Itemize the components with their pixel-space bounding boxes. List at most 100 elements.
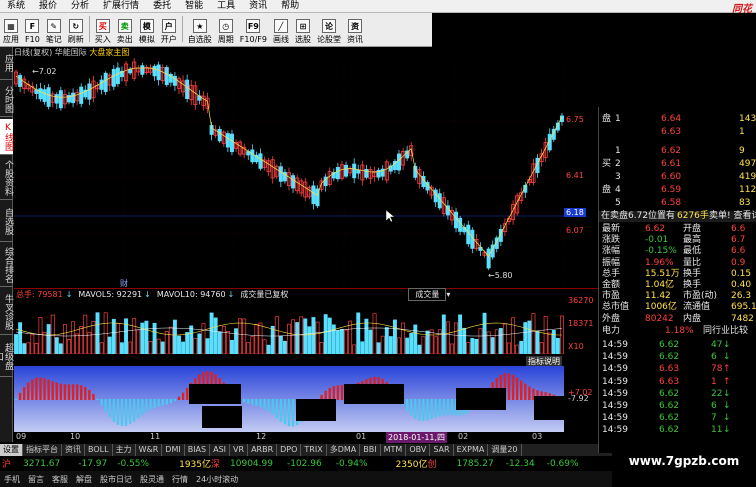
toolbar-button-4[interactable]: 买买入 bbox=[92, 13, 114, 46]
volume-bar bbox=[172, 319, 177, 354]
kline-chart[interactable]: ←7.02 ←5.80 财 bbox=[14, 58, 564, 288]
toolbar-button-8[interactable]: ★ 自选股 bbox=[185, 13, 215, 46]
toolbar-button-1[interactable]: F F10 bbox=[22, 13, 43, 46]
indicator-tab-9[interactable]: VR bbox=[230, 444, 249, 456]
sh-value: 3271.67 bbox=[23, 458, 61, 469]
indicator-tab-12[interactable]: TRIX bbox=[301, 444, 327, 456]
indicator-tab-6[interactable]: DMI bbox=[162, 444, 185, 456]
toolbar-button-11[interactable]: ╱ 画线 bbox=[270, 13, 292, 46]
indicator-tab-3[interactable]: BOLL bbox=[85, 444, 113, 456]
indicator-bar bbox=[251, 399, 254, 405]
volume-bar bbox=[282, 340, 287, 354]
bottom-tab-4[interactable]: 股市日记 bbox=[96, 474, 136, 485]
cmp-right[interactable]: 卖单! 查看详情 bbox=[709, 211, 756, 222]
tick-volume: 6 bbox=[711, 352, 717, 363]
menu-item-5[interactable]: 智能 bbox=[178, 0, 210, 13]
bottom-tab-2[interactable]: 客服 bbox=[48, 474, 72, 485]
candle bbox=[128, 68, 133, 74]
bottom-tab-0[interactable]: 手机 bbox=[0, 474, 24, 485]
volume-bar bbox=[201, 323, 206, 354]
bottom-tab-5[interactable]: 股灵通 bbox=[136, 474, 168, 485]
sector-pct: 1.18% bbox=[665, 326, 694, 336]
toolbar-button-13[interactable]: 论论股堂 bbox=[314, 13, 344, 46]
indicator-tab-13[interactable]: 多DMA bbox=[327, 444, 361, 456]
indicator-scale: +7.02 -7.92 bbox=[564, 366, 598, 432]
toolbar-button-7[interactable]: 户开户 bbox=[158, 13, 180, 46]
volume-chart bbox=[14, 312, 564, 354]
menu-item-3[interactable]: 扩展行情 bbox=[96, 0, 146, 13]
indicator-tab-14[interactable]: BBI bbox=[360, 444, 381, 456]
toolbar-button-6[interactable]: 模模拟 bbox=[136, 13, 158, 46]
bottom-tab-7[interactable]: 24小时滚动 bbox=[192, 474, 242, 485]
indicator-tab-0[interactable]: 设置 bbox=[0, 444, 23, 456]
menu-item-6[interactable]: 工具 bbox=[210, 0, 242, 13]
indicator-help-button[interactable]: 指标说明 bbox=[526, 356, 562, 366]
candle bbox=[79, 86, 84, 104]
indicator-bar bbox=[434, 399, 437, 418]
indicator-bar bbox=[157, 399, 160, 407]
bottom-tab-1[interactable]: 留言 bbox=[24, 474, 48, 485]
indicator-tab-7[interactable]: BIAS bbox=[185, 444, 211, 456]
side-tab-3[interactable]: 个股资料 bbox=[0, 157, 13, 200]
indicator-tab-17[interactable]: SAR bbox=[430, 444, 454, 456]
candle bbox=[185, 79, 190, 99]
indicator-tab-5[interactable]: W&R bbox=[136, 444, 163, 456]
indicator-tab-10[interactable]: ARBR bbox=[248, 444, 278, 456]
volume-bar bbox=[507, 342, 511, 354]
indicator-tab-11[interactable]: DPO bbox=[277, 444, 302, 456]
indicator-tab-4[interactable]: 主力 bbox=[113, 444, 136, 456]
price-label-3: 6.07 bbox=[566, 226, 584, 235]
indicator-tab-8[interactable]: ASI bbox=[210, 444, 231, 456]
chevron-down-icon[interactable]: ▾ bbox=[446, 290, 450, 299]
side-tab-1[interactable]: 分时图 bbox=[0, 82, 13, 117]
refresh-icon: ↻ bbox=[68, 19, 83, 33]
menu-item-8[interactable]: 帮助 bbox=[274, 0, 306, 13]
toolbar-button-5[interactable]: 卖卖出 bbox=[114, 13, 136, 46]
indicator-bar bbox=[161, 399, 164, 406]
indicator-tab-16[interactable]: OBV bbox=[406, 444, 431, 456]
toolbar-button-9[interactable]: ◷ 周期 bbox=[215, 13, 237, 46]
toolbar-button-3[interactable]: ↻ 刷新 bbox=[65, 13, 87, 46]
indicator-tab-19[interactable]: 调量20 bbox=[488, 444, 522, 456]
f10-icon: F bbox=[25, 19, 40, 33]
quote-value: 1.96% bbox=[645, 257, 674, 268]
side-tab-2[interactable]: K线图 bbox=[0, 119, 13, 155]
bottom-tab-3[interactable]: 解盘 bbox=[72, 474, 96, 485]
finance-marker[interactable]: 财 bbox=[120, 278, 128, 288]
volume-bar bbox=[181, 341, 186, 354]
side-tab-5[interactable]: 综合排名 bbox=[0, 244, 13, 287]
toolbar-button-0[interactable]: ▦ 应用 bbox=[0, 13, 22, 46]
volume-bar bbox=[197, 333, 202, 354]
toolbar-button-label: 卖出 bbox=[116, 35, 133, 44]
side-tab-4[interactable]: 自选股 bbox=[0, 202, 13, 242]
candle bbox=[352, 163, 357, 179]
menu-item-2[interactable]: 分析 bbox=[64, 0, 96, 13]
indicator-bar bbox=[18, 392, 22, 400]
quote-value: 1006亿 bbox=[645, 302, 677, 313]
volume-bar bbox=[262, 339, 267, 354]
volume-bar bbox=[535, 331, 540, 354]
sector-compare[interactable]: 同行业比较 bbox=[703, 326, 748, 337]
menu-item-0[interactable]: 系统 bbox=[0, 0, 32, 13]
toolbar-button-14[interactable]: 资资讯 bbox=[344, 13, 366, 46]
indicator-tab-2[interactable]: 资讯 bbox=[62, 444, 85, 456]
arrow-down-icon: ↓ bbox=[723, 388, 731, 399]
volume-bar bbox=[551, 330, 556, 354]
candle bbox=[156, 64, 161, 81]
menu-item-4[interactable]: 委托 bbox=[146, 0, 178, 13]
toolbar-button-12[interactable]: ⊞ 选股 bbox=[292, 13, 314, 46]
bottom-tab-6[interactable]: 行情 bbox=[168, 474, 192, 485]
indicator-tab-18[interactable]: EXPMA bbox=[454, 444, 489, 456]
volume-bar bbox=[266, 344, 271, 354]
toolbar-button-10[interactable]: F9 F10/F9 bbox=[237, 13, 270, 46]
side-tab-0[interactable]: 应用 bbox=[0, 47, 13, 80]
side-tab-6[interactable]: 牛叉诊股 bbox=[0, 289, 13, 335]
menu-item-7[interactable]: 资讯 bbox=[242, 0, 274, 13]
menu-item-1[interactable]: 报价 bbox=[32, 0, 64, 13]
indicator-tab-1[interactable]: 指标平台 bbox=[23, 444, 62, 456]
simulate-icon: 模 bbox=[139, 19, 154, 33]
sell-icon: 卖 bbox=[117, 19, 132, 33]
toolbar-button-2[interactable]: ✎ 笔记 bbox=[43, 13, 65, 46]
side-tab-7[interactable]: 超级盘口 bbox=[0, 337, 13, 377]
indicator-tab-15[interactable]: MTM bbox=[381, 444, 407, 456]
